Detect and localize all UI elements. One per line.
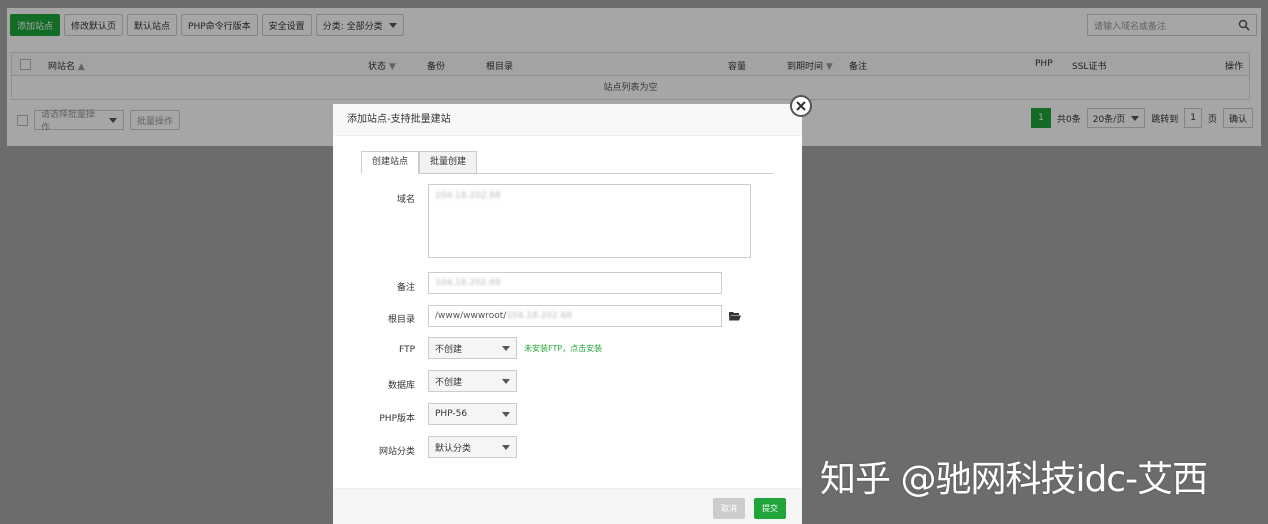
add-site-dialog: 添加站点-支持批量建站 创建站点 批量创建 域名 104.18.202.68 备… — [333, 95, 812, 524]
note-value: 104.18.202.68 — [435, 278, 501, 288]
watermark: 知乎 @驰网科技idc-艾西 — [820, 459, 1208, 500]
submit-button[interactable]: 提交 — [754, 498, 786, 519]
chevron-down-icon — [502, 345, 510, 351]
root-dir-input[interactable]: /www/wwwroot/ 104.18.202.68 — [428, 305, 722, 327]
dialog-title: 添加站点-支持批量建站 — [333, 104, 802, 136]
note-label: 备注 — [396, 283, 415, 293]
note-input[interactable]: 104.18.202.68 — [428, 272, 722, 294]
php-version-select[interactable]: PHP-56 — [428, 403, 517, 425]
root-label: 根目录 — [387, 315, 415, 325]
database-label: 数据库 — [387, 381, 415, 391]
dialog-tabs: 创建站点 批量创建 — [361, 151, 773, 174]
dialog-footer: 取消 提交 — [333, 488, 802, 524]
cancel-button[interactable]: 取消 — [713, 498, 745, 519]
domain-textarea[interactable]: 104.18.202.68 — [428, 184, 751, 258]
site-category-select[interactable]: 默认分类 — [428, 436, 517, 458]
root-prefix: /www/wwwroot/ — [435, 311, 507, 321]
chevron-down-icon — [502, 378, 510, 384]
tab-create-site[interactable]: 创建站点 — [361, 151, 420, 174]
domain-label: 域名 — [396, 195, 415, 205]
chevron-down-icon — [502, 411, 510, 417]
close-button[interactable] — [790, 95, 812, 117]
site-category-value: 默认分类 — [435, 443, 472, 454]
domain-value: 104.18.202.68 — [435, 191, 501, 201]
php-version-value: PHP-56 — [435, 409, 468, 419]
ftp-select-value: 不创建 — [435, 344, 463, 355]
root-suffix: 104.18.202.68 — [506, 311, 573, 321]
ftp-label: FTP — [399, 345, 415, 355]
chevron-down-icon — [502, 444, 510, 450]
database-select-value: 不创建 — [435, 377, 463, 388]
folder-open-icon[interactable] — [729, 311, 741, 321]
database-select[interactable]: 不创建 — [428, 370, 517, 392]
close-icon — [796, 101, 806, 111]
php-version-label: PHP版本 — [379, 414, 415, 424]
ftp-select[interactable]: 不创建 — [428, 337, 517, 359]
install-ftp-link[interactable]: 未安装FTP，点击安装 — [524, 343, 602, 354]
site-category-label: 网站分类 — [378, 447, 415, 457]
tab-batch-create[interactable]: 批量创建 — [419, 151, 478, 174]
